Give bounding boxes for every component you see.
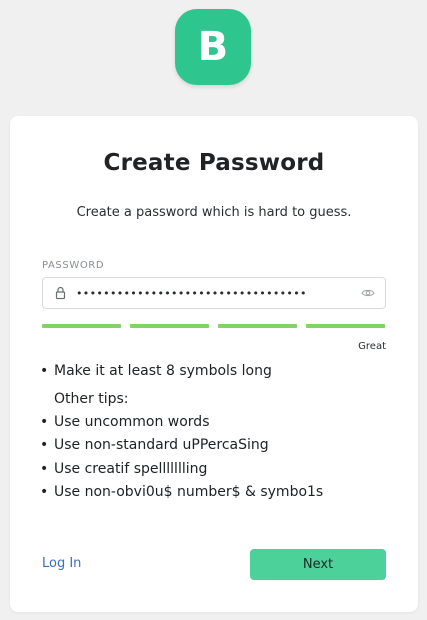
logo-letter: B <box>197 24 229 70</box>
strength-segment <box>306 324 385 328</box>
password-tips: • Make it at least 8 symbols long Other … <box>40 363 400 508</box>
tip-item: • Use uncommon words <box>40 414 400 438</box>
bullet: • <box>40 460 49 477</box>
lock-icon <box>55 286 66 300</box>
strength-segment <box>42 324 121 328</box>
strength-segment <box>218 324 297 328</box>
strength-segment <box>130 324 209 328</box>
password-strength-meter <box>42 324 386 328</box>
tips-heading: Other tips: <box>54 390 129 407</box>
strength-label: Great <box>358 341 386 352</box>
tip-text: Make it at least 8 symbols long <box>54 363 272 379</box>
next-button[interactable]: Next <box>250 549 386 580</box>
password-input[interactable] <box>76 283 344 303</box>
create-password-card: Create Password Create a password which … <box>10 116 418 612</box>
page-title: Create Password <box>103 150 325 176</box>
bullet: • <box>40 413 49 430</box>
bullet: • <box>40 363 49 379</box>
eye-icon[interactable] <box>361 287 375 299</box>
password-field[interactable] <box>42 277 386 309</box>
tip-item: • Use non-obvi0u$ number$ & symbo1s <box>40 484 400 508</box>
tip-text: Use non-obvi0u$ number$ & symbo1s <box>54 484 324 500</box>
password-label: PASSWORD <box>42 260 105 271</box>
login-link[interactable]: Log In <box>42 556 81 571</box>
tip-item: • Make it at least 8 symbols long <box>40 363 400 387</box>
app-logo: B <box>175 9 251 85</box>
bullet: • <box>40 437 49 453</box>
tip-item: • Use non-standard uPPercaSing <box>40 437 400 461</box>
tip-text: Use creatif spellllllling <box>54 460 208 477</box>
tip-text: Use non-standard uPPercaSing <box>54 437 269 453</box>
tip-item: • Use creatif spellllllling <box>40 461 400 485</box>
bullet: • <box>40 484 49 500</box>
tip-text: Use uncommon words <box>54 413 210 430</box>
page-subtitle: Create a password which is hard to guess… <box>76 205 352 220</box>
